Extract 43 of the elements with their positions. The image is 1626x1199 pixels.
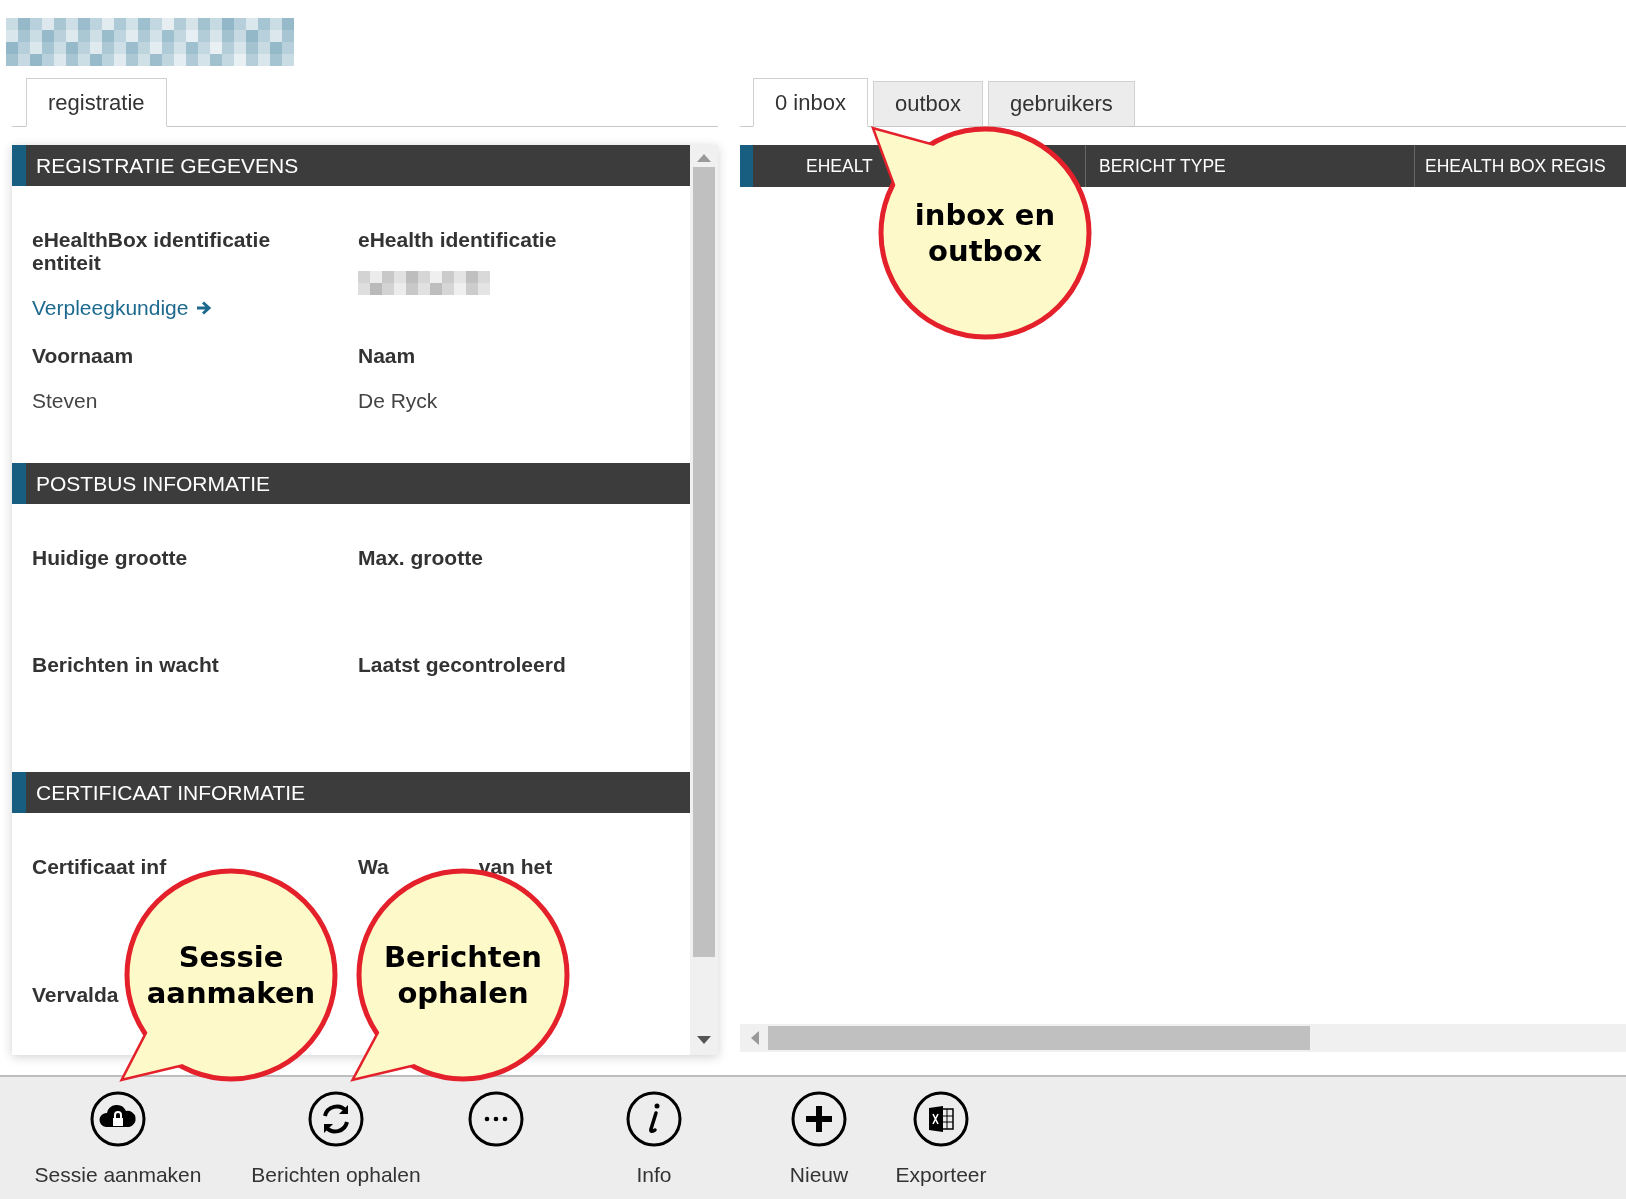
field-label: eHealth identificatie [358, 228, 557, 251]
callout-text: Berichten ophalen [383, 939, 543, 1011]
scrollbar-thumb[interactable] [768, 1026, 1310, 1050]
field-label: Certificaat inf [32, 855, 167, 878]
scroll-up-icon[interactable] [697, 153, 711, 163]
field-value: De Ryck [358, 389, 439, 413]
toolbar-button[interactable]: Exporteer [895, 1077, 987, 1187]
field-label: Max. grootte [358, 546, 483, 569]
callout-text: inbox en outbox [913, 197, 1057, 269]
tab[interactable]: gebruikers [988, 81, 1135, 127]
toolbar-button[interactable]: Sessie aanmaken [34, 1077, 202, 1187]
plus-icon [791, 1091, 847, 1147]
scroll-down-icon[interactable] [697, 1035, 711, 1045]
field-label: Naam [358, 344, 416, 367]
arrow-right-icon [196, 301, 213, 315]
section-header: POSTBUS INFORMATIE [12, 463, 690, 504]
toolbar-button[interactable]: Berichten ophalen [251, 1077, 421, 1187]
tab[interactable]: 0 inbox [753, 78, 868, 127]
scroll-left-icon[interactable] [750, 1031, 760, 1045]
field-label: eHealthBox identificatie entiteit [32, 228, 272, 274]
field-label: Wa [358, 855, 389, 878]
tab[interactable]: registratie [26, 78, 167, 127]
tab[interactable]: outbox [872, 81, 983, 127]
field-label: Vervalda [32, 983, 119, 1006]
callout-text: Sessie aanmaken [145, 939, 317, 1011]
field-label: Huidige grootte [32, 546, 188, 569]
scrollbar-thumb[interactable] [693, 167, 715, 957]
column-header[interactable]: EHEALTH BOX REGIS [1425, 155, 1606, 177]
refresh-icon [308, 1091, 364, 1147]
field-link[interactable]: Verpleegkundige [32, 296, 213, 320]
section-header: CERTIFICAAT INFORMATIE [12, 772, 690, 813]
toolbar-button[interactable]: Nieuw [789, 1077, 849, 1187]
column-header[interactable]: BERICHT TYPE [1099, 155, 1226, 177]
info-icon [626, 1091, 682, 1147]
toolbar-button[interactable]: Info [626, 1077, 682, 1187]
field-value: Steven [32, 389, 99, 413]
cloud-lock-icon [90, 1091, 146, 1147]
more-icon [468, 1091, 524, 1147]
field-label: Laatst gecontroleerd [358, 653, 566, 676]
field-label: Voornaam [32, 344, 134, 367]
section-header: REGISTRATIE GEGEVENS [12, 145, 690, 186]
spreadsheet-icon [913, 1091, 969, 1147]
field-label: Berichten in wacht [32, 653, 219, 676]
